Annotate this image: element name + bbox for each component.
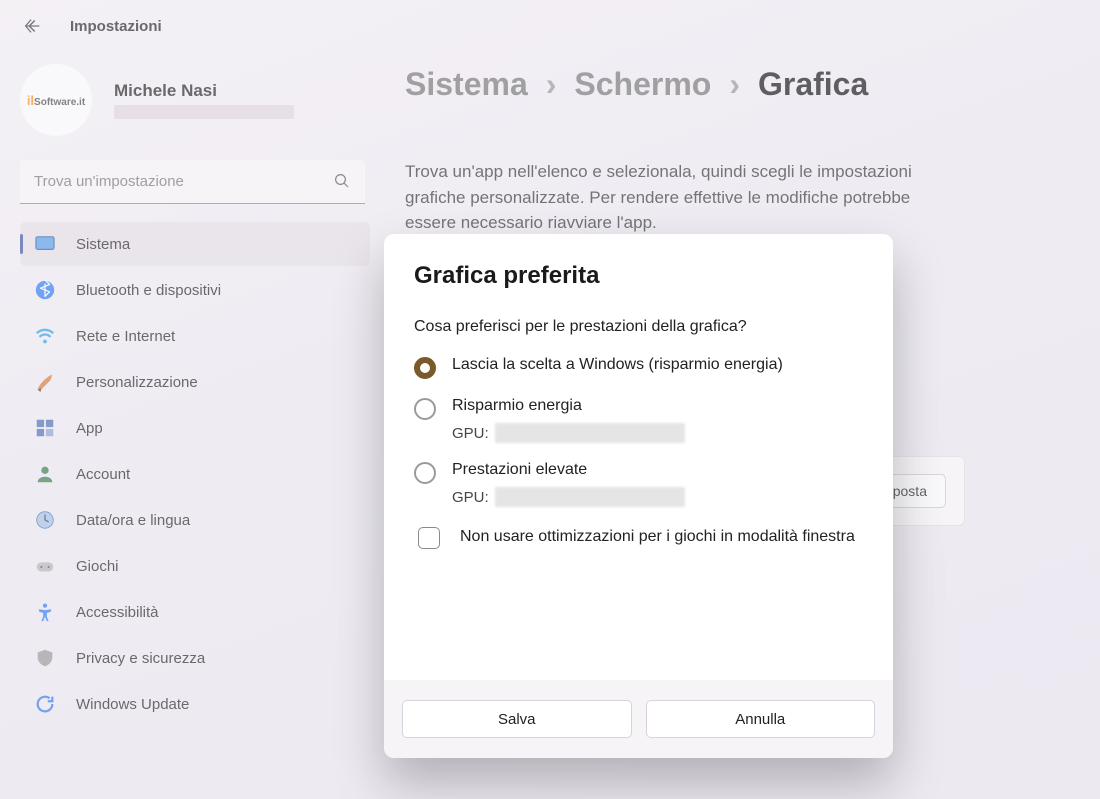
gpu-prefix: GPU: — [452, 489, 489, 506]
save-button[interactable]: Salva — [402, 700, 632, 738]
gpu-name-redacted — [495, 423, 685, 443]
gpu-name-redacted — [495, 487, 685, 507]
cancel-button[interactable]: Annulla — [646, 700, 876, 738]
graphics-preference-dialog: Grafica preferita Cosa preferisci per le… — [384, 234, 893, 758]
radio-label: Prestazioni elevate — [452, 461, 685, 479]
radio-label: Lascia la scelta a Windows (risparmio en… — [452, 356, 783, 374]
radio-power-saving[interactable] — [414, 398, 436, 420]
radio-label: Risparmio energia — [452, 397, 685, 415]
checkbox-label: Non usare ottimizzazioni per i giochi in… — [460, 525, 855, 548]
radio-high-performance[interactable] — [414, 462, 436, 484]
checkbox-windowed-optimizations[interactable] — [418, 527, 440, 549]
radio-let-windows-decide[interactable] — [414, 357, 436, 379]
dialog-title: Grafica preferita — [414, 262, 863, 290]
dialog-question: Cosa preferisci per le prestazioni della… — [414, 318, 863, 336]
gpu-prefix: GPU: — [452, 425, 489, 442]
